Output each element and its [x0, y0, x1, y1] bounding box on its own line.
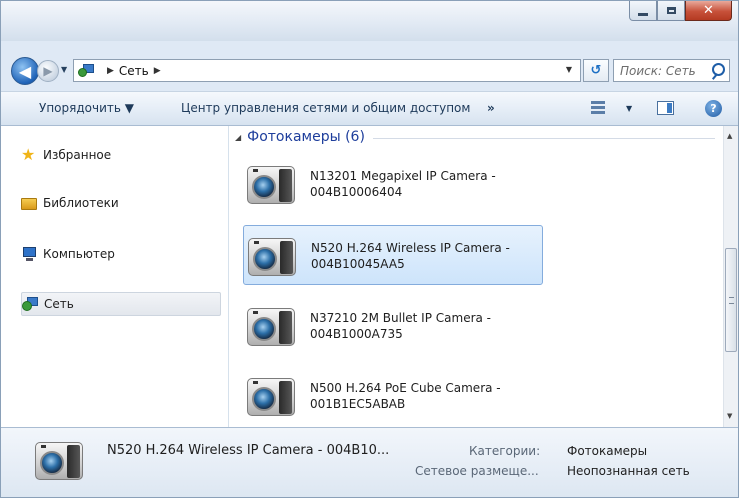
- search-input[interactable]: Поиск: Сеть: [613, 59, 730, 82]
- camera-icon: [247, 372, 295, 418]
- scroll-up-icon[interactable]: ▲: [727, 132, 732, 140]
- camera-icon: [35, 436, 83, 482]
- address-dropdown-icon[interactable]: ▼: [566, 65, 572, 74]
- organize-button[interactable]: Упорядочить ▼: [39, 101, 134, 115]
- close-button[interactable]: ✕: [685, 1, 732, 21]
- list-item-selected[interactable]: N520 H.264 Wireless IP Camera - 004B1004…: [243, 225, 543, 285]
- scroll-thumb[interactable]: [725, 248, 737, 352]
- camera-icon: [248, 232, 296, 278]
- network-icon: [78, 64, 96, 77]
- forward-arrow-icon: ▶: [43, 64, 53, 78]
- star-icon: ★: [21, 145, 36, 164]
- more-commands-button[interactable]: »: [487, 101, 495, 115]
- item-name: N37210 2M Bullet IP Camera -: [310, 311, 492, 325]
- sidebar-item-label: Библиотеки: [43, 196, 119, 210]
- list-item[interactable]: N500 H.264 PoE Cube Camera - 001B1EC5ABA…: [243, 366, 543, 426]
- maximize-button[interactable]: [657, 1, 685, 21]
- sidebar-item-computer[interactable]: Компьютер: [21, 242, 221, 266]
- preview-pane-icon[interactable]: [657, 101, 674, 115]
- computer-icon: [21, 246, 37, 262]
- list-item[interactable]: N37210 2M Bullet IP Camera - 004B1000A73…: [243, 296, 543, 356]
- scroll-down-icon[interactable]: ▼: [727, 412, 732, 420]
- back-arrow-icon: ◀: [18, 61, 32, 81]
- forward-button[interactable]: ▶: [37, 60, 59, 82]
- list-item[interactable]: N13201 Megapixel IP Camera - 004B1000640…: [243, 154, 543, 214]
- refresh-button[interactable]: ↺: [583, 59, 609, 82]
- breadcrumb-separator-icon[interactable]: ▶: [154, 66, 161, 76]
- details-pane: N520 H.264 Wireless IP Camera - 004B10..…: [1, 427, 738, 497]
- item-label: N37210 2M Bullet IP Camera - 004B1000A73…: [310, 310, 491, 342]
- title-bar[interactable]: ✕: [1, 1, 738, 41]
- item-name: N13201 Megapixel IP Camera -: [310, 169, 496, 183]
- item-name: N520 H.264 Wireless IP Camera -: [311, 241, 510, 255]
- item-id: 004B10006404: [310, 185, 403, 199]
- item-label: N13201 Megapixel IP Camera - 004B1000640…: [310, 168, 496, 200]
- vertical-scrollbar[interactable]: ▲ ▼: [723, 126, 738, 427]
- item-id: 004B10045AA5: [311, 257, 405, 271]
- group-title: Фотокамеры (6): [247, 129, 365, 145]
- sidebar-item-label: Компьютер: [43, 247, 115, 261]
- command-bar: Упорядочить ▼ Центр управления сетями и …: [1, 91, 738, 126]
- sidebar-item-favorites[interactable]: ★ Избранное: [21, 143, 221, 167]
- search-placeholder: Поиск: Сеть: [620, 63, 696, 78]
- search-icon[interactable]: [712, 63, 725, 76]
- item-id: 004B1000A735: [310, 327, 403, 341]
- item-name: N500 H.264 PoE Cube Camera -: [310, 381, 501, 395]
- back-button[interactable]: ◀: [11, 57, 39, 85]
- help-icon[interactable]: ?: [705, 100, 722, 117]
- selected-item-name: N520 H.264 Wireless IP Camera - 004B10..…: [107, 443, 390, 458]
- sidebar-item-network[interactable]: Сеть: [21, 292, 221, 316]
- maximize-icon: [666, 7, 676, 14]
- change-view-icon[interactable]: [591, 101, 605, 115]
- sidebar-item-libraries[interactable]: Библиотеки: [21, 191, 221, 215]
- category-value: Фотокамеры: [567, 444, 648, 458]
- sidebar-item-label: Сеть: [44, 297, 74, 311]
- item-id: 001B1EC5ABAB: [310, 397, 406, 411]
- network-location-value: Неопознанная сеть: [567, 464, 690, 478]
- address-bar[interactable]: ▶ Сеть ▶ ▼: [73, 59, 581, 82]
- breadcrumb-network[interactable]: Сеть: [119, 64, 149, 78]
- group-divider: [372, 137, 715, 139]
- group-header[interactable]: ◢ Фотокамеры (6): [235, 129, 715, 145]
- navigation-pane: ★ Избранное Библиотеки Компьютер Сеть: [1, 126, 229, 427]
- network-icon: [22, 296, 38, 312]
- recent-pages-dropdown[interactable]: ▼: [61, 65, 67, 74]
- explorer-window: ✕ ◀ ▶ ▼ ▶ Сеть ▶ ▼ ↺ Поиск: Сеть Упорядо…: [0, 0, 739, 498]
- refresh-icon: ↺: [590, 63, 602, 78]
- category-label: Категории:: [469, 444, 541, 458]
- sidebar-item-label: Избранное: [43, 148, 112, 162]
- minimize-icon: [638, 12, 648, 16]
- minimize-button[interactable]: [629, 1, 657, 21]
- file-list: ◢ Фотокамеры (6) N13201 Megapixel IP Cam…: [229, 126, 723, 427]
- close-icon: ✕: [703, 3, 714, 18]
- camera-icon: [247, 160, 295, 206]
- collapse-icon[interactable]: ◢: [235, 133, 241, 142]
- libraries-icon: [21, 198, 37, 210]
- item-label: N500 H.264 PoE Cube Camera - 001B1EC5ABA…: [310, 380, 501, 412]
- address-row: ◀ ▶ ▼ ▶ Сеть ▶ ▼ ↺ Поиск: Сеть: [1, 53, 738, 87]
- item-label: N520 H.264 Wireless IP Camera - 004B1004…: [311, 240, 510, 272]
- network-center-button[interactable]: Центр управления сетями и общим доступом: [181, 101, 470, 115]
- network-location-label: Сетевое размеще...: [415, 464, 539, 478]
- camera-icon: [247, 302, 295, 348]
- view-dropdown-icon[interactable]: ▼: [626, 104, 632, 113]
- window-controls: ✕: [629, 1, 732, 21]
- breadcrumb-separator-icon[interactable]: ▶: [107, 66, 114, 76]
